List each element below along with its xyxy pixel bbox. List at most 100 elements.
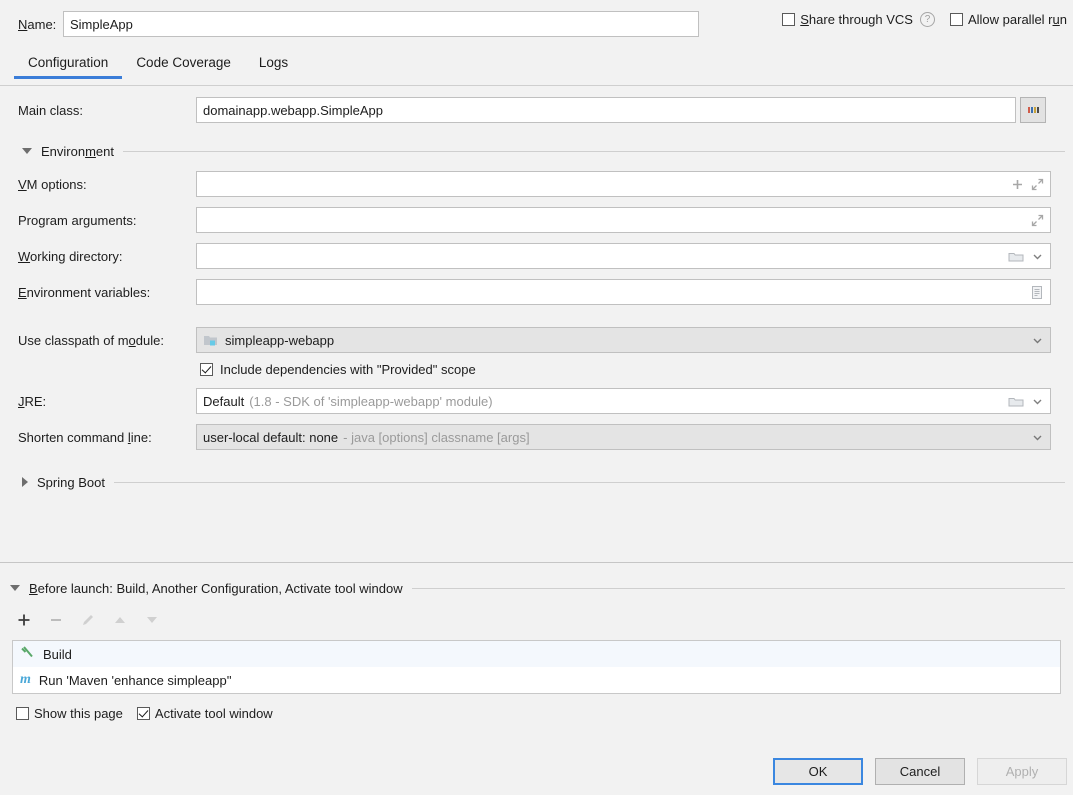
allow-parallel-checkbox-box[interactable] <box>950 13 963 26</box>
before-launch-panel: Before launch: Build, Another Configurat… <box>0 575 1073 721</box>
help-icon[interactable]: ? <box>920 12 935 27</box>
vm-options-label: VM options: <box>0 177 196 192</box>
hammer-icon <box>20 645 35 663</box>
name-label: Name: <box>0 17 60 32</box>
list-item[interactable]: m Run 'Maven 'enhance simpleapp'' <box>13 667 1060 693</box>
list-item[interactable]: Build <box>13 641 1060 667</box>
spring-boot-section-title: Spring Boot <box>37 475 105 490</box>
tab-underline <box>0 85 1073 86</box>
shorten-command-line-row: Shorten command line: user-local default… <box>0 423 1073 451</box>
module-icon <box>203 334 218 347</box>
activate-tool-window-label: Activate tool window <box>155 706 273 721</box>
configuration-form: Main class: domainapp.webapp.SimpleApp E… <box>0 96 1073 501</box>
environment-variables-row: Environment variables: <box>0 278 1073 306</box>
main-class-row: Main class: domainapp.webapp.SimpleApp <box>0 96 1073 124</box>
tab-configuration[interactable]: Configuration <box>14 52 122 79</box>
tab-code-coverage[interactable]: Code Coverage <box>122 52 245 79</box>
include-dependencies-checkbox[interactable]: Include dependencies with "Provided" sco… <box>200 362 1073 377</box>
section-divider <box>114 482 1065 483</box>
show-this-page-checkbox[interactable]: Show this page <box>16 706 123 721</box>
environment-variables-input[interactable] <box>196 279 1051 305</box>
program-arguments-input[interactable] <box>196 207 1051 233</box>
environment-section-title: Environment <box>41 144 114 159</box>
dialog-buttons: OK Cancel Apply <box>773 758 1067 785</box>
main-class-label: Main class: <box>0 103 196 118</box>
main-class-input[interactable]: domainapp.webapp.SimpleApp <box>196 97 1016 123</box>
list-item-label: Run 'Maven 'enhance simpleapp'' <box>39 673 232 688</box>
name-input[interactable]: SimpleApp <box>63 11 699 37</box>
maven-icon: m <box>20 672 31 688</box>
classpath-module-select[interactable]: simpleapp-webapp <box>196 327 1051 353</box>
vm-options-input[interactable] <box>196 171 1051 197</box>
allow-parallel-label: Allow parallel run <box>968 12 1067 27</box>
chevron-down-icon[interactable] <box>1031 250 1044 263</box>
shorten-value: user-local default: none <box>203 430 338 445</box>
tab-code-coverage-label: Code Coverage <box>136 55 231 70</box>
show-this-page-checkbox-box[interactable] <box>16 707 29 720</box>
chevron-down-icon[interactable] <box>1031 334 1044 347</box>
activate-tool-window-checkbox-box[interactable] <box>137 707 150 720</box>
run-configuration-dialog: Name: SimpleApp Share through VCS ? Allo… <box>0 0 1073 795</box>
spring-boot-section-header[interactable]: Spring Boot <box>0 469 1073 495</box>
section-divider <box>123 151 1065 152</box>
chevron-right-icon[interactable] <box>22 477 28 487</box>
ok-button[interactable]: OK <box>773 758 863 785</box>
tab-configuration-label: Configuration <box>28 55 108 70</box>
jre-input[interactable]: Default (1.8 - SDK of 'simpleapp-webapp'… <box>196 388 1051 414</box>
add-task-button[interactable] <box>16 612 32 631</box>
before-launch-list[interactable]: Build m Run 'Maven 'enhance simpleapp'' <box>12 640 1061 694</box>
edit-task-button[interactable] <box>80 612 96 631</box>
expand-editor-icon[interactable] <box>1031 178 1044 191</box>
shorten-value-secondary: - java [options] classname [args] <box>343 430 529 445</box>
folder-icon[interactable] <box>1008 395 1024 408</box>
classpath-module-label: Use classpath of module: <box>0 333 196 348</box>
chevron-down-icon[interactable] <box>22 148 32 154</box>
allow-parallel-run-checkbox[interactable]: Allow parallel run <box>950 12 1067 27</box>
program-arguments-row: Program arguments: <box>0 206 1073 234</box>
jre-value: Default <box>203 394 244 409</box>
before-launch-toolbar <box>0 607 1073 635</box>
main-class-value: domainapp.webapp.SimpleApp <box>203 103 383 118</box>
jre-row: JRE: Default (1.8 - SDK of 'simpleapp-we… <box>0 387 1073 415</box>
add-macro-icon[interactable] <box>1011 178 1024 191</box>
vm-options-row: VM options: <box>0 170 1073 198</box>
include-dependencies-checkbox-box[interactable] <box>200 363 213 376</box>
list-item-label: Build <box>43 647 72 662</box>
environment-section-header[interactable]: Environment <box>0 138 1073 164</box>
tab-logs-label: Logs <box>259 55 288 70</box>
move-down-button[interactable] <box>144 612 160 631</box>
apply-button: Apply <box>977 758 1067 785</box>
before-launch-separator <box>0 562 1073 563</box>
environment-variables-label: Environment variables: <box>0 285 196 300</box>
before-launch-title: Before launch: Build, Another Configurat… <box>29 581 403 596</box>
header-checkboxes: Share through VCS ? Allow parallel run <box>782 12 1071 27</box>
classpath-module-row: Use classpath of module: simpleapp-webap… <box>0 326 1073 354</box>
share-through-vcs-checkbox[interactable]: Share through VCS <box>782 12 913 27</box>
classpath-module-value: simpleapp-webapp <box>225 333 334 348</box>
expand-editor-icon[interactable] <box>1031 214 1044 227</box>
bottom-checkboxes: Show this page Activate tool window <box>0 706 1073 721</box>
shorten-command-line-label: Shorten command line: <box>0 430 196 445</box>
chevron-down-icon[interactable] <box>1031 431 1044 444</box>
tab-logs[interactable]: Logs <box>245 52 302 79</box>
cancel-button[interactable]: Cancel <box>875 758 965 785</box>
before-launch-header[interactable]: Before launch: Build, Another Configurat… <box>0 575 1073 601</box>
jre-value-secondary: (1.8 - SDK of 'simpleapp-webapp' module) <box>249 394 492 409</box>
shorten-command-line-select[interactable]: user-local default: none - java [options… <box>196 424 1051 450</box>
share-vcs-checkbox-box[interactable] <box>782 13 795 26</box>
section-divider <box>412 588 1065 589</box>
working-directory-input[interactable] <box>196 243 1051 269</box>
folder-icon[interactable] <box>1008 250 1024 263</box>
working-directory-row: Working directory: <box>0 242 1073 270</box>
jre-label: JRE: <box>0 394 196 409</box>
include-dependencies-label: Include dependencies with "Provided" sco… <box>220 362 476 377</box>
tab-bar: Configuration Code Coverage Logs <box>0 52 1073 84</box>
list-editor-icon[interactable] <box>1030 285 1044 300</box>
chevron-down-icon[interactable] <box>10 585 20 591</box>
browse-main-class-button[interactable] <box>1020 97 1046 123</box>
move-up-button[interactable] <box>112 612 128 631</box>
activate-tool-window-checkbox[interactable]: Activate tool window <box>137 706 273 721</box>
remove-task-button[interactable] <box>48 612 64 631</box>
name-input-value: SimpleApp <box>70 17 133 32</box>
chevron-down-icon[interactable] <box>1031 395 1044 408</box>
